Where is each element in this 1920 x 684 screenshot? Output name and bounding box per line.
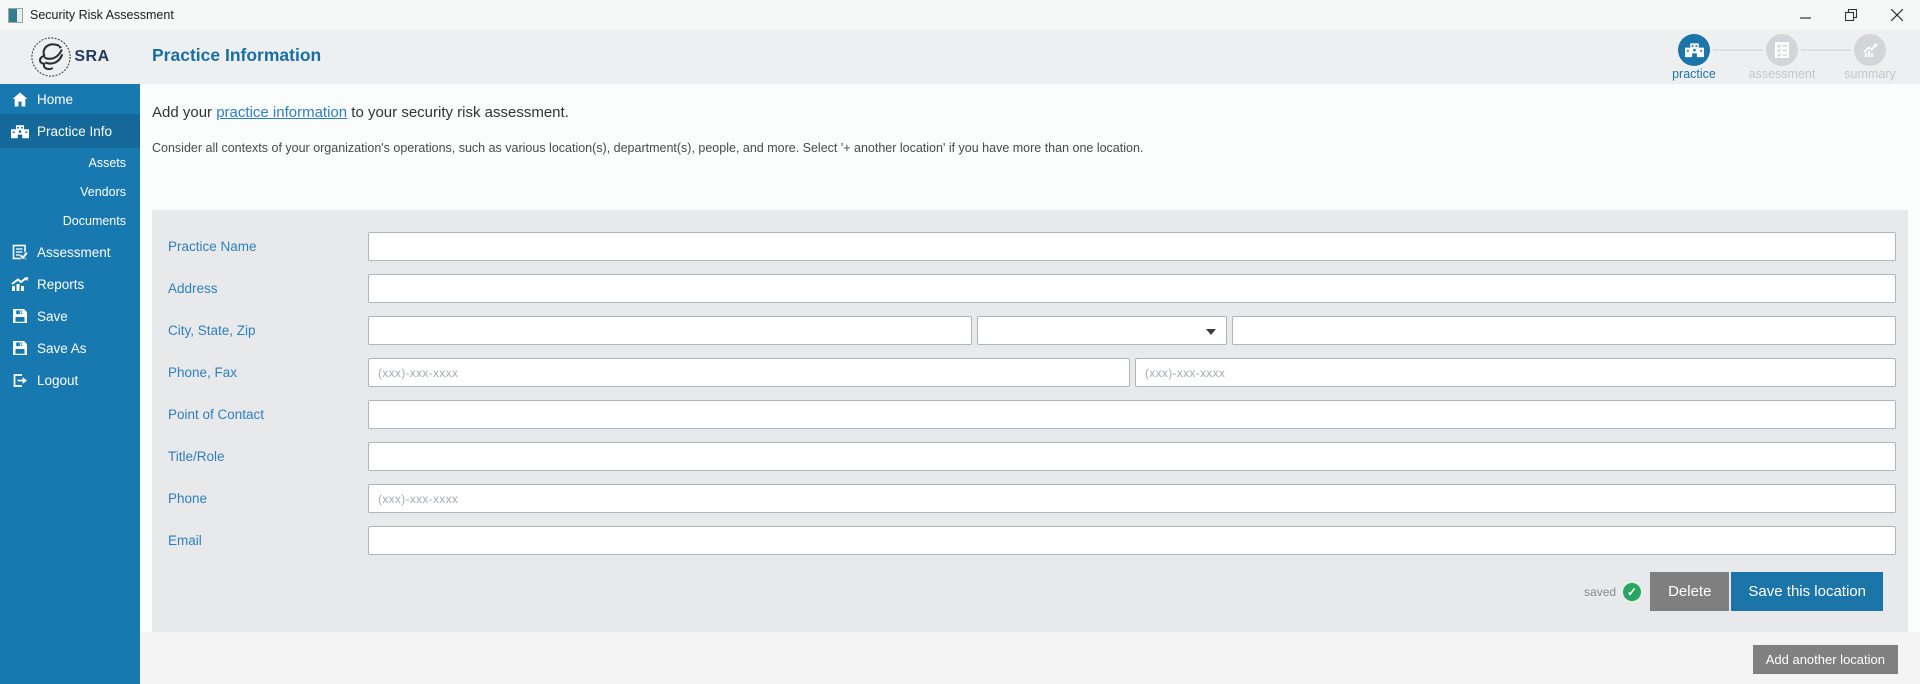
phone-fax-label: Phone, Fax [168, 365, 238, 380]
sidebar-item-label: Assessment [37, 244, 111, 260]
close-button[interactable] [1874, 0, 1920, 30]
sidebar-item-label: Documents [62, 213, 126, 228]
title-role-row: Title/Role [168, 442, 1896, 471]
phone-input[interactable] [368, 358, 1130, 387]
sidebar-item-assets[interactable]: Assets [0, 148, 140, 177]
contact-phone-input[interactable] [368, 484, 1896, 513]
sidebar-item-save-as[interactable]: Save As [0, 333, 140, 363]
email-label: Email [168, 533, 202, 548]
sra-logo-text: SRA [74, 48, 110, 65]
step-practice-label: practice [1672, 67, 1716, 81]
sidebar-item-documents[interactable]: Documents [0, 206, 140, 235]
sidebar-item-label: Home [37, 91, 74, 107]
step-assessment-label: assessment [1748, 67, 1816, 81]
title-role-input[interactable] [368, 442, 1896, 471]
app-logo: SRA [0, 30, 140, 84]
address-input[interactable] [368, 274, 1896, 303]
chevron-down-icon [1206, 329, 1216, 335]
sidebar-item-label: Vendors [80, 184, 126, 199]
sidebar-item-label: Reports [37, 276, 85, 292]
sidebar-item-label: Practice Info [37, 123, 113, 139]
sidebar-item-logout[interactable]: Logout [0, 365, 140, 395]
point-of-contact-input[interactable] [368, 400, 1896, 429]
app-icon [8, 7, 23, 23]
minimize-icon [1799, 16, 1811, 19]
sidebar-item-save[interactable]: Save [0, 301, 140, 331]
app-header: SRA Practice Information practice assess… [0, 30, 1920, 84]
step-indicator: practice assessment summary [1650, 34, 1914, 81]
city-state-zip-row: City, State, Zip [168, 316, 1896, 345]
saved-status: saved [1584, 584, 1617, 599]
fax-input[interactable] [1135, 358, 1896, 387]
state-select[interactable] [977, 316, 1227, 345]
zip-input[interactable] [1232, 316, 1896, 345]
main-content: Add your practice information to your se… [140, 84, 1920, 684]
practice-building-icon [11, 124, 29, 139]
save-as-icon [11, 340, 29, 356]
form-footer: saved ✓ Delete Save this location [1584, 572, 1883, 611]
hhs-seal-logo [31, 37, 71, 77]
city-state-zip-label: City, State, Zip [168, 323, 256, 338]
intro-text: Add your practice information to your se… [152, 104, 569, 121]
phone-fax-row: Phone, Fax [168, 358, 1896, 387]
title-role-label: Title/Role [168, 449, 225, 464]
intro-note: Consider all contexts of your organizati… [152, 141, 1144, 155]
save-location-button[interactable]: Save this location [1731, 572, 1883, 611]
window-titlebar: Security Risk Assessment [0, 0, 1920, 30]
assessment-icon [11, 244, 29, 260]
practice-form-panel: Practice Name Address City, State, Zip P… [152, 210, 1908, 632]
intro-prefix: Add your [152, 104, 217, 121]
intro-suffix: to your security risk assessment. [347, 104, 569, 121]
practice-name-row: Practice Name [168, 232, 1896, 261]
contact-phone-row: Phone [168, 484, 1896, 513]
home-icon [11, 92, 29, 107]
city-input[interactable] [368, 316, 972, 345]
sidebar-item-label: Logout [37, 372, 79, 388]
reports-icon [11, 277, 29, 291]
step-assessment[interactable]: assessment [1738, 34, 1851, 81]
close-icon [1891, 9, 1903, 21]
sidebar: Home Practice Info Assets Vendors Docume… [0, 84, 140, 684]
minimize-button[interactable] [1782, 0, 1828, 30]
save-icon [11, 308, 29, 324]
sidebar-item-practice-info[interactable]: Practice Info [0, 114, 140, 148]
window-title: Security Risk Assessment [30, 8, 174, 22]
step-summary[interactable]: summary [1826, 34, 1914, 81]
step-practice[interactable]: practice [1650, 34, 1763, 81]
assessment-checklist-icon [1775, 42, 1789, 58]
restore-icon [1845, 9, 1857, 21]
add-location-button[interactable]: Add another location [1752, 645, 1898, 674]
check-icon: ✓ [1623, 582, 1642, 601]
practice-name-input[interactable] [368, 232, 1896, 261]
logout-icon [11, 373, 29, 388]
contact-phone-label: Phone [168, 491, 208, 506]
step-summary-label: summary [1844, 67, 1896, 81]
sidebar-item-label: Assets [88, 155, 126, 170]
practice-building-icon [1684, 43, 1704, 58]
bottom-strip [140, 632, 1920, 684]
sidebar-item-reports[interactable]: Reports [0, 269, 140, 299]
email-row: Email [168, 526, 1896, 555]
maximize-button[interactable] [1828, 0, 1874, 30]
sidebar-item-home[interactable]: Home [0, 84, 140, 114]
address-row: Address [168, 274, 1896, 303]
practice-information-link[interactable]: practice information [216, 104, 347, 121]
sidebar-item-assessment[interactable]: Assessment [0, 237, 140, 267]
summary-chart-icon [1863, 43, 1878, 57]
delete-button[interactable]: Delete [1650, 572, 1730, 611]
address-label: Address [168, 281, 218, 296]
email-input[interactable] [368, 526, 1896, 555]
practice-name-label: Practice Name [168, 239, 257, 254]
sidebar-item-label: Save As [37, 340, 87, 356]
sidebar-item-label: Save [37, 308, 68, 324]
point-of-contact-label: Point of Contact [168, 407, 265, 422]
sidebar-item-vendors[interactable]: Vendors [0, 177, 140, 206]
point-of-contact-row: Point of Contact [168, 400, 1896, 429]
page-title: Practice Information [152, 45, 322, 65]
